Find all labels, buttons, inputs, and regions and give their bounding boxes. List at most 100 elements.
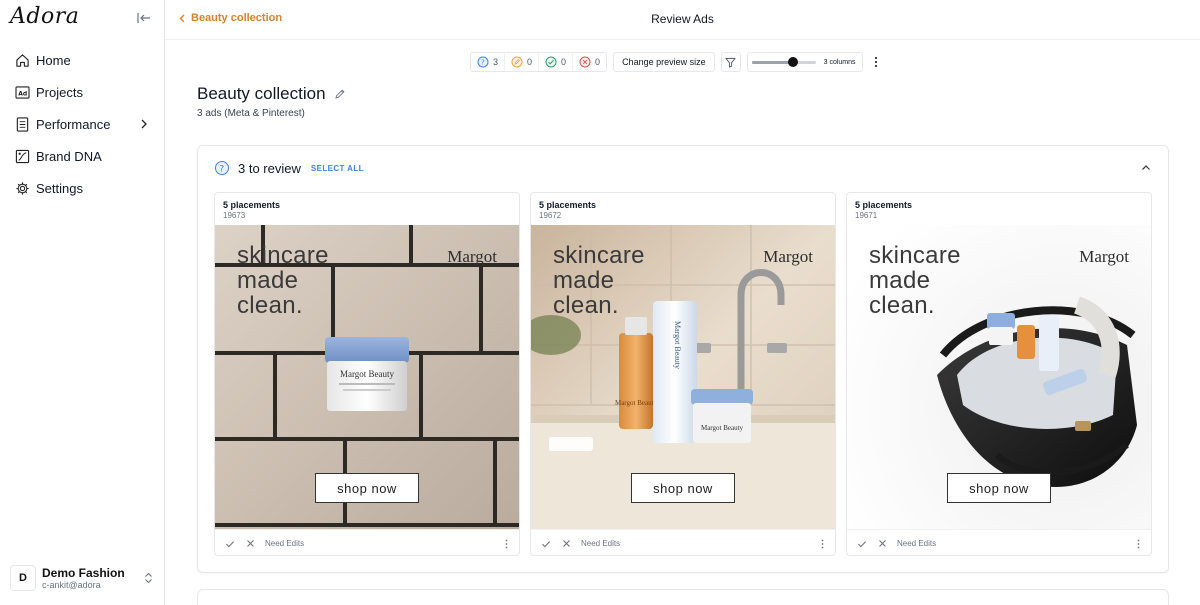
ad-brand-logo: Margot xyxy=(447,247,497,266)
workspace-switcher[interactable]: D Demo Fashion c-ankit@adora xyxy=(10,563,154,593)
approved-count: 0 xyxy=(561,57,567,67)
sidebar-nav: Home Ad Projects Performance Brand DNA S… xyxy=(0,44,164,204)
ad-id: 19671 xyxy=(855,211,878,220)
shop-now-button[interactable]: shop now xyxy=(315,473,419,503)
next-status-panel[interactable] xyxy=(197,589,1169,605)
ad-card-actions: Need Edits xyxy=(847,529,1151,555)
more-vertical-icon xyxy=(874,56,877,68)
check-circle-icon xyxy=(545,56,557,68)
placements-count: 5 placements xyxy=(855,200,913,210)
sidebar-item-home[interactable]: Home xyxy=(0,44,164,76)
ad-preview-image[interactable]: Margot Beauty Margot Beauty Margot Beaut… xyxy=(531,225,835,529)
x-circle-icon xyxy=(579,56,591,68)
filter-button[interactable] xyxy=(720,52,741,72)
jar-label-2: Margot Beauty xyxy=(701,424,744,432)
sidebar-item-projects[interactable]: Ad Projects xyxy=(0,76,164,108)
filter-approved[interactable]: 0 xyxy=(539,53,574,71)
filter-to-review[interactable]: ? 3 xyxy=(471,53,506,71)
headline-line: skincare xyxy=(237,242,329,269)
placements-count: 5 placements xyxy=(539,200,597,210)
page-title-row: Beauty collection xyxy=(197,84,346,104)
ad-card[interactable]: 5 placements 19673 Margot Beauty skincar… xyxy=(214,192,520,556)
chevron-up-icon[interactable] xyxy=(1140,162,1152,174)
ad-id: 19673 xyxy=(223,211,246,220)
ad-icon: Ad xyxy=(14,84,30,100)
sidebar-item-brand-dna[interactable]: Brand DNA xyxy=(0,140,164,172)
ad-id: 19672 xyxy=(539,211,562,220)
ad-more-button[interactable] xyxy=(1133,537,1143,551)
workspace-name: Demo Fashion xyxy=(42,565,125,580)
panel-header: ? 3 to review SELECT ALL xyxy=(214,158,1152,178)
reject-button[interactable] xyxy=(559,537,573,551)
ad-more-button[interactable] xyxy=(501,537,511,551)
pencil-circle-icon xyxy=(511,56,523,68)
home-icon xyxy=(14,52,30,68)
check-icon xyxy=(858,540,867,547)
approve-button[interactable] xyxy=(855,537,869,551)
panel-title: 3 to review xyxy=(238,160,301,176)
headline-line: clean. xyxy=(237,292,303,319)
review-toolbar: ? 3 0 0 0 Change preview size 3 columns xyxy=(470,52,883,72)
reject-button[interactable] xyxy=(243,537,257,551)
sidebar-item-label: Performance xyxy=(36,116,111,132)
more-vertical-icon xyxy=(1137,539,1139,548)
collapse-sidebar-button[interactable] xyxy=(136,10,152,26)
tube-label: Margot Beauty xyxy=(673,321,682,369)
shop-now-button[interactable]: shop now xyxy=(947,473,1051,503)
more-options-button[interactable] xyxy=(869,52,883,72)
slider-thumb[interactable] xyxy=(788,57,799,67)
approve-button[interactable] xyxy=(223,537,237,551)
ad-preview-image[interactable]: Margot Beauty skincare made clean. Margo… xyxy=(215,225,519,529)
rejected-count: 0 xyxy=(595,57,601,67)
chevron-right-icon xyxy=(141,119,147,129)
need-edits-button[interactable]: Need Edits xyxy=(581,539,620,548)
headline-line: skincare xyxy=(869,242,961,269)
workspace-email: c-ankit@adora xyxy=(42,579,101,590)
shop-now-button[interactable]: shop now xyxy=(631,473,735,503)
status-filter-group: ? 3 0 0 0 xyxy=(470,52,608,72)
adora-logo[interactable]: Adora xyxy=(10,4,79,29)
more-vertical-icon xyxy=(505,539,507,548)
page-title: Beauty collection xyxy=(197,84,326,103)
ad-headline: skincare made clean. xyxy=(553,243,645,318)
sidebar-item-label: Settings xyxy=(36,180,83,196)
main-content: Beauty collection Review Ads ? 3 0 0 0 C… xyxy=(165,0,1200,605)
pencil-icon[interactable] xyxy=(334,88,346,100)
to-review-count: 3 xyxy=(493,57,499,67)
ad-card-header: 5 placements 19671 xyxy=(847,193,1151,225)
headline-line: clean. xyxy=(553,292,619,319)
ad-card[interactable]: 5 placements 19671 skincare made clean. … xyxy=(846,192,1152,556)
document-icon xyxy=(14,116,30,132)
column-size-slider[interactable] xyxy=(751,56,816,68)
sidebar-item-label: Brand DNA xyxy=(36,148,102,164)
svg-text:Ad: Ad xyxy=(18,90,27,97)
avatar: D xyxy=(10,565,36,591)
to-review-panel: ? 3 to review SELECT ALL 5 placements 19… xyxy=(197,145,1169,573)
ad-more-button[interactable] xyxy=(817,537,827,551)
jar-label: Margot Beauty xyxy=(340,369,395,379)
reject-button[interactable] xyxy=(875,537,889,551)
filter-need-edits[interactable]: 0 xyxy=(505,53,540,71)
columns-count-label: 3 columns xyxy=(823,58,856,66)
change-preview-size-button[interactable]: Change preview size xyxy=(613,52,715,72)
bottle-label: Margot Beauty xyxy=(615,399,658,407)
sidebar-item-settings[interactable]: Settings xyxy=(0,172,164,204)
ad-card[interactable]: 5 placements 19672 Margot Beauty Margot … xyxy=(530,192,836,556)
select-all-button[interactable]: SELECT ALL xyxy=(311,164,364,173)
filter-icon xyxy=(725,57,736,68)
brand-dna-icon xyxy=(14,148,30,164)
approve-button[interactable] xyxy=(539,537,553,551)
ad-brand-logo: Margot xyxy=(763,247,813,266)
need-edits-button[interactable]: Need Edits xyxy=(897,539,936,548)
app-root: Adora Home Ad Projects Performance Brand… xyxy=(0,0,1200,605)
svg-text:?: ? xyxy=(481,59,485,67)
ad-headline: skincare made clean. xyxy=(869,243,961,318)
ad-preview-image[interactable]: skincare made clean. Margot shop now xyxy=(847,225,1151,529)
x-icon xyxy=(246,540,254,547)
filter-rejected[interactable]: 0 xyxy=(573,53,606,71)
need-edits-button[interactable]: Need Edits xyxy=(265,539,304,548)
headline-line: skincare xyxy=(553,242,645,269)
sidebar-item-performance[interactable]: Performance xyxy=(0,108,164,140)
chevron-up-down-icon xyxy=(142,571,154,585)
slider-fill xyxy=(751,61,794,64)
